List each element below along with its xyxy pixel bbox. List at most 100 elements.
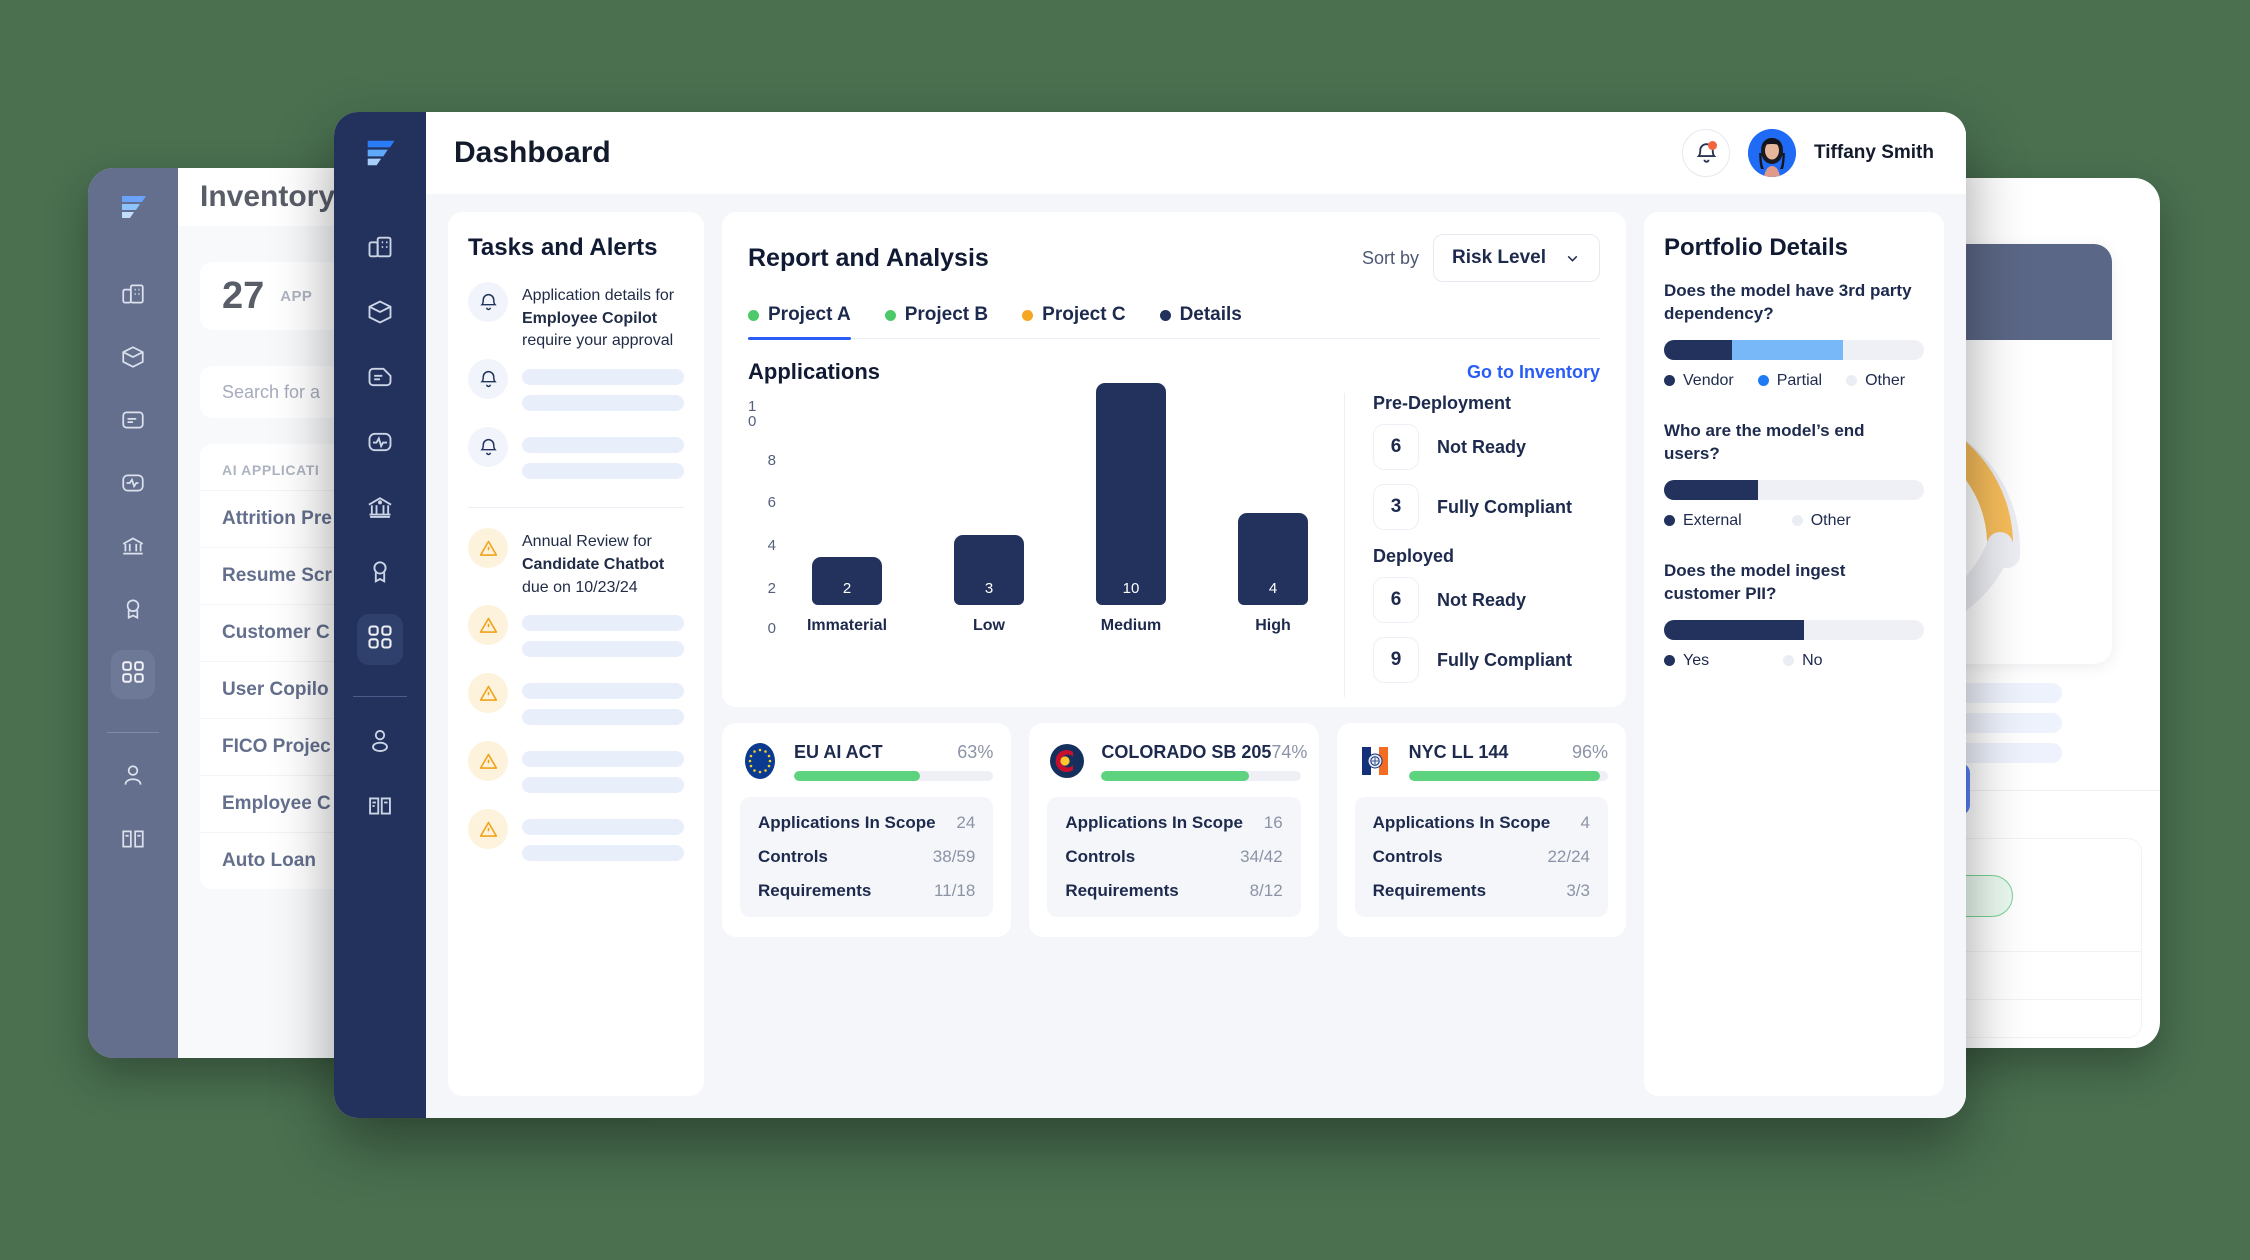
deployment-stat[interactable]: 6 Not Ready	[1373, 577, 1600, 623]
go-to-inventory-link[interactable]: Go to Inventory	[1467, 362, 1600, 383]
tab-project-b[interactable]: Project B	[884, 304, 988, 338]
task-text-part: Application details for	[522, 287, 675, 304]
deployment-label: Not Ready	[1437, 589, 1527, 610]
portfolio-question-block: Who are the model’s end users? External …	[1664, 420, 1924, 530]
compliance-card-eu[interactable]: EU AI ACT 63% Applications In Scope 24 Co…	[722, 723, 1012, 937]
sidebar-item-dashboard[interactable]	[357, 614, 403, 665]
inventory-count-number: 27	[222, 274, 265, 317]
deployment-count: 6	[1373, 577, 1419, 623]
book-icon[interactable]	[120, 826, 146, 857]
compliance-card-body: NYC LL 144 96%	[1408, 742, 1608, 781]
deployment-count: 3	[1373, 484, 1419, 530]
dashboard-grid: Tasks and Alerts Application details for…	[426, 194, 1966, 1118]
compliance-card-body: EU AI ACT 63%	[794, 742, 994, 781]
compliance-card-colorado[interactable]: COLORADO SB 205 74% Applications In Scop…	[1029, 723, 1319, 937]
badge-icon[interactable]	[120, 596, 146, 627]
skeleton-row	[522, 369, 684, 386]
compliance-card-header: COLORADO SB 205 74%	[1047, 741, 1307, 781]
bar-value: 3	[984, 580, 994, 597]
x-tick-label: High	[1255, 617, 1291, 634]
sort-select[interactable]: Risk Level	[1433, 234, 1600, 282]
chevron-down-icon	[1567, 255, 1578, 262]
skeleton-group	[522, 359, 684, 421]
compliance-stats: Applications In Scope 24 Controls 38/59 Re…	[740, 797, 994, 917]
status-dot	[1159, 309, 1171, 321]
bar-segment	[1731, 339, 1844, 360]
notifications-button[interactable]	[1682, 129, 1730, 177]
task-text: Annual Review for Candidate Chatbot due …	[522, 528, 684, 599]
bar[interactable]: 4	[1238, 513, 1308, 605]
skeleton-row	[522, 641, 684, 658]
building-icon[interactable]	[120, 281, 146, 312]
y-tick: 10	[748, 398, 757, 430]
chart-and-deployment: 10 8 6 4 2 0 2 Immaterial 3 Low 10 Mediu…	[748, 383, 1600, 697]
bar[interactable]: 2	[812, 557, 882, 605]
legend-label: External	[1683, 511, 1742, 529]
status-dot	[884, 309, 896, 321]
task-item-placeholder[interactable]	[468, 427, 684, 489]
avatar[interactable]	[1748, 129, 1796, 177]
activity-icon[interactable]	[120, 470, 146, 501]
legend-label: No	[1802, 651, 1823, 669]
task-item[interactable]: Annual Review for Candidate Chatbot due …	[468, 528, 684, 599]
bar-value: 4	[1268, 580, 1278, 597]
sidebar-item-users[interactable]	[366, 727, 394, 760]
portfolio-bar	[1664, 479, 1924, 500]
compliance-percent: 74%	[1271, 741, 1308, 762]
user-icon[interactable]	[120, 763, 146, 794]
package-icon[interactable]	[120, 344, 146, 375]
applications-title: Applications	[748, 359, 881, 384]
inventory-sidebar	[88, 168, 178, 1058]
logo-icon	[361, 134, 399, 177]
bell-icon	[468, 359, 508, 400]
tab-project-a[interactable]: Project A	[748, 304, 851, 340]
stat-key: Controls	[758, 847, 828, 866]
y-tick: 4	[767, 537, 776, 554]
report-title: Report and Analysis	[748, 243, 989, 272]
stat-row: Controls 38/59	[758, 847, 975, 867]
sidebar-item-compliance[interactable]	[366, 558, 394, 591]
colorado-flag-icon	[1050, 744, 1085, 778]
report-column: Report and Analysis Sort by Risk Level P…	[722, 212, 1626, 1096]
stat-value: 11/18	[934, 881, 976, 900]
deployment-stat[interactable]: 9 Fully Compliant	[1373, 637, 1600, 683]
stat-row: Requirements 3/3	[1373, 881, 1590, 901]
stat-value: 16	[1263, 813, 1283, 832]
portfolio-question: Who are the model’s end users?	[1664, 420, 1865, 463]
deployment-stat[interactable]: 6 Not Ready	[1373, 424, 1600, 470]
sidebar-item-monitoring[interactable]	[366, 428, 394, 461]
document-icon[interactable]	[120, 407, 146, 438]
stat-key: Applications In Scope	[758, 813, 936, 832]
sidebar-item-org[interactable]	[366, 233, 394, 266]
tab-details[interactable]: Details	[1159, 304, 1242, 338]
task-item-placeholder[interactable]	[468, 673, 684, 735]
sidebar-item-models[interactable]	[366, 298, 394, 331]
portfolio-legend: Vendor Partial Other	[1664, 372, 1924, 390]
task-text-part: Annual Review for	[522, 533, 652, 551]
tasks-title: Tasks and Alerts	[468, 234, 658, 261]
legend-item: Other	[1846, 372, 1905, 390]
deployment-summary: Pre-Deployment 6 Not Ready 3 Fully Compl…	[1344, 393, 1600, 697]
compliance-card-nyc[interactable]: NYC LL 144 96% Applications In Scope 4 Co…	[1336, 723, 1626, 937]
task-item-placeholder[interactable]	[468, 359, 684, 421]
bank-icon[interactable]	[120, 533, 146, 564]
sidebar-item-docs[interactable]	[366, 792, 394, 825]
grid-icon[interactable]	[111, 650, 155, 699]
deployment-stat[interactable]: 3 Fully Compliant	[1373, 484, 1600, 530]
chart-bars: 2 Immaterial 3 Low 10 Medium 4 High	[776, 383, 1344, 635]
compliance-progress	[794, 770, 994, 781]
stat-row: Controls 34/42	[1065, 847, 1282, 867]
stat-row: Requirements 8/12	[1065, 881, 1282, 901]
sidebar-item-documents[interactable]	[366, 363, 394, 396]
bar[interactable]: 10	[1096, 383, 1166, 605]
warning-icon	[468, 809, 508, 850]
sidebar-item-governance[interactable]	[366, 493, 394, 526]
task-item-placeholder[interactable]	[468, 741, 684, 803]
tab-project-c[interactable]: Project C	[1022, 304, 1126, 338]
task-item[interactable]: Application details for Employee Copilot…	[468, 282, 684, 353]
bar[interactable]: 3	[954, 535, 1024, 605]
legend-label: Other	[1865, 371, 1906, 389]
task-item-placeholder[interactable]	[468, 605, 684, 667]
task-item-placeholder[interactable]	[468, 809, 684, 871]
chart-y-axis: 10 8 6 4 2 0	[748, 398, 776, 637]
